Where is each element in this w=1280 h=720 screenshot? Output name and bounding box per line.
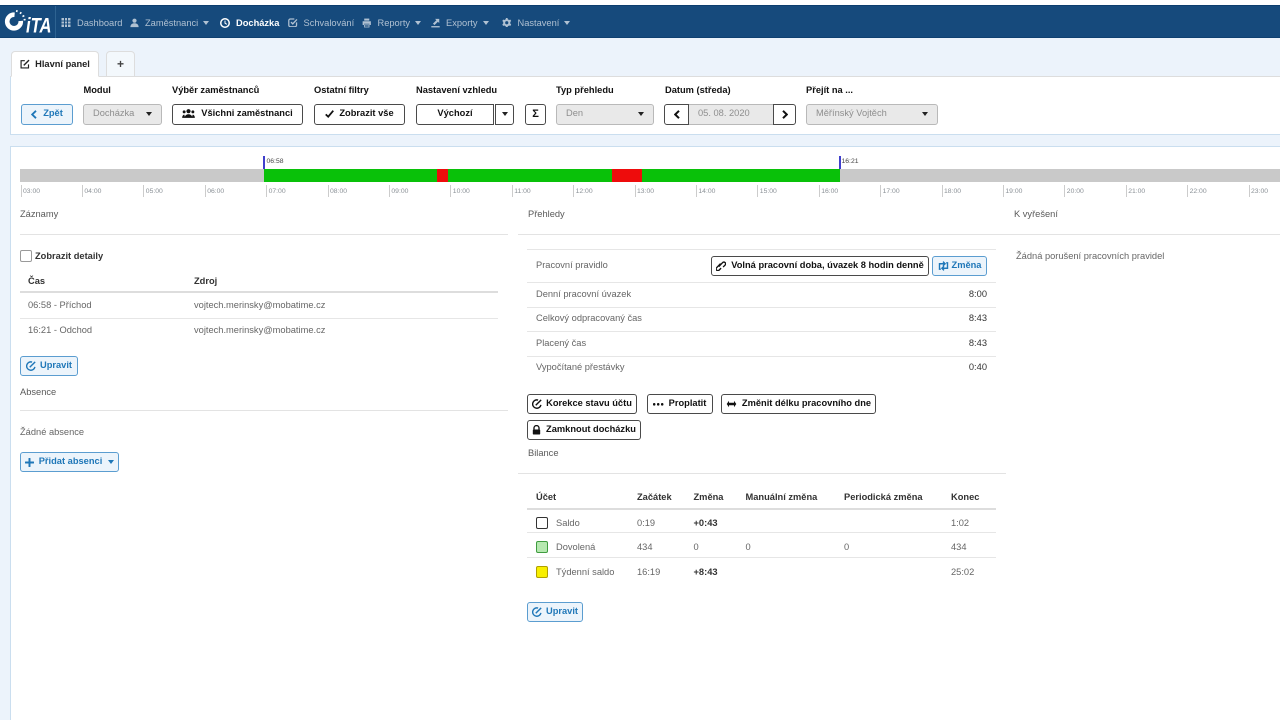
svg-text:iTA: iTA — [26, 14, 52, 36]
